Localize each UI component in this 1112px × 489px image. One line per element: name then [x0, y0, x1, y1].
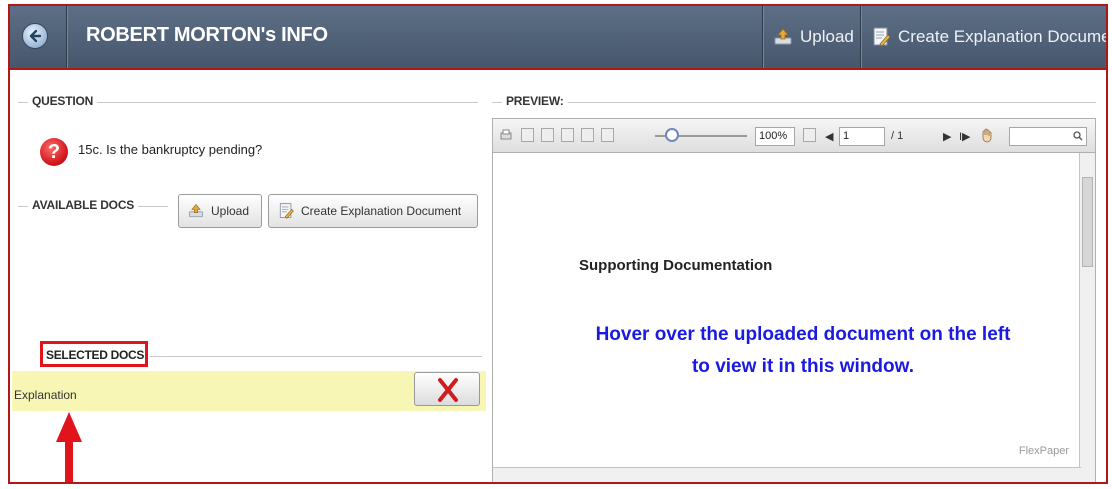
prev-page-icon[interactable]: ◀: [825, 130, 833, 143]
upload-icon: [189, 203, 203, 218]
title-divider: [66, 6, 67, 68]
preview-hint: Hover over the uploaded document on the …: [553, 319, 1053, 383]
toolbar-divider-2: [860, 6, 861, 68]
page-total: / 1: [891, 130, 904, 142]
info-window: ROBERT MORTON's INFO Upload Create Expla…: [8, 4, 1108, 484]
selected-doc-label: Explanation: [14, 388, 77, 402]
header-upload-label: Upload: [800, 27, 854, 46]
selected-docs-rule: [150, 356, 482, 357]
next-page-icon[interactable]: ▶: [943, 130, 951, 143]
preview-hint-line-2: to view it in this window.: [691, 356, 915, 377]
horizontal-scrollbar[interactable]: [493, 467, 1081, 482]
create-explanation-button-label: Create Explanation Document: [301, 204, 462, 218]
thumbnail-grid-icon[interactable]: [561, 128, 574, 142]
question-text: 15c. Is the bankruptcy pending?: [78, 142, 263, 157]
selected-docs-legend: SELECTED DOCS: [46, 348, 145, 362]
back-button[interactable]: [22, 23, 48, 49]
header-upload-button[interactable]: Upload: [772, 24, 854, 50]
upload-button[interactable]: Upload: [178, 194, 262, 228]
header-create-explanation-label: Create Explanation Document: [898, 27, 1108, 46]
question-mark-icon: ?: [40, 138, 68, 166]
document-heading: Supporting Documentation: [579, 257, 773, 274]
text-select-icon[interactable]: I▶: [959, 130, 971, 143]
document-viewer: 100% ◀ 1 / 1 ▶ I▶ Supporting Documentati…: [492, 118, 1096, 482]
vertical-scroll-thumb[interactable]: [1082, 177, 1093, 267]
upload-button-label: Upload: [211, 204, 250, 218]
document-edit-icon: [279, 203, 294, 219]
vertical-scrollbar[interactable]: [1079, 153, 1095, 482]
two-page-icon[interactable]: [541, 128, 554, 142]
print-icon[interactable]: [499, 128, 513, 142]
preview-hint-line-1: Hover over the uploaded document on the …: [595, 324, 1011, 345]
header-create-explanation-button[interactable]: Create Explanation Document: [870, 24, 1108, 50]
delete-x-icon: [438, 378, 458, 402]
back-arrow-icon: [29, 29, 42, 43]
zoom-slider-knob[interactable]: [665, 128, 679, 142]
title-bar: ROBERT MORTON's INFO Upload Create Expla…: [10, 6, 1106, 70]
question-legend: QUESTION: [28, 94, 98, 108]
fullscreen-icon[interactable]: [803, 128, 816, 142]
single-page-icon[interactable]: [521, 128, 534, 142]
zoom-field[interactable]: 100%: [755, 127, 795, 146]
available-docs-legend: AVAILABLE DOCS: [28, 198, 139, 212]
flexpaper-brand: FlexPaper: [1018, 445, 1069, 457]
toolbar-divider: [762, 6, 763, 68]
create-explanation-button[interactable]: Create Explanation Document: [268, 194, 478, 228]
hand-tool-icon[interactable]: [979, 127, 995, 143]
fit-width-icon[interactable]: [581, 128, 594, 142]
upload-icon: [772, 26, 794, 48]
document-edit-icon: [870, 26, 892, 48]
preview-legend: PREVIEW:: [502, 94, 568, 108]
page-title: ROBERT MORTON's INFO: [86, 24, 328, 46]
fit-height-icon[interactable]: [601, 128, 614, 142]
remove-doc-button[interactable]: [414, 372, 480, 406]
search-icon[interactable]: [1073, 131, 1083, 141]
page-number-input[interactable]: 1: [839, 127, 885, 146]
preview-rule: [492, 102, 1096, 103]
red-up-arrow-icon: [54, 410, 84, 482]
viewer-toolbar: 100% ◀ 1 / 1 ▶ I▶: [493, 119, 1095, 153]
